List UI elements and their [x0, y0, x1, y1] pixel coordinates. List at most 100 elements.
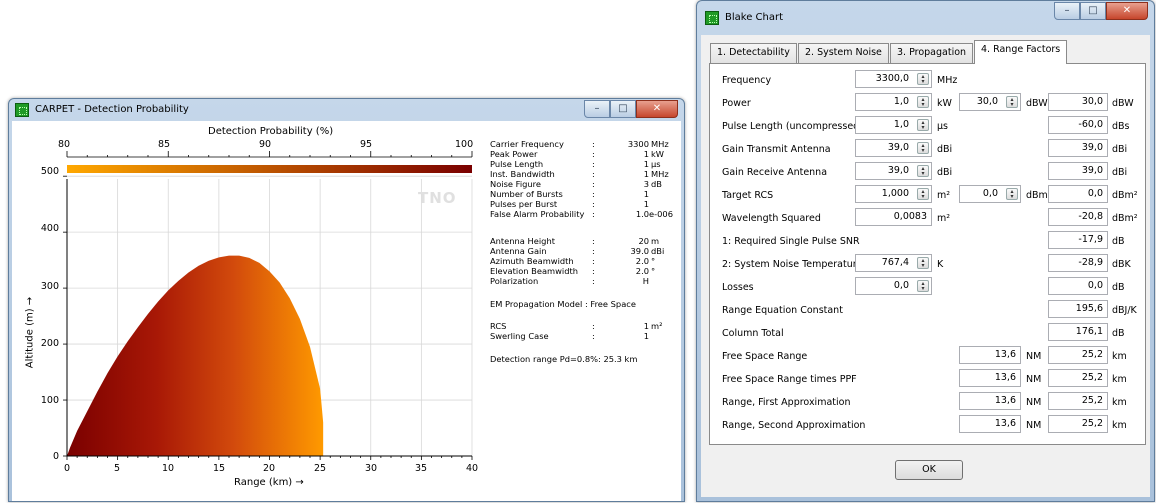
carpet-titlebar[interactable]: CARPET - Detection Probability – □ ✕ [9, 99, 684, 121]
spin-arrows-icon[interactable]: ▴ ▾ [917, 142, 929, 154]
range-second-km-unit: km [1112, 420, 1127, 431]
tab-propagation[interactable]: 3. Propagation [890, 43, 974, 63]
tab-system-noise[interactable]: 2. System Noise [798, 43, 889, 63]
spin-arrows-icon[interactable]: ▴ ▾ [917, 96, 929, 108]
fs-range-km-output: 25,2 [1048, 346, 1108, 364]
info-number-of-bursts: Number of Bursts:1 [490, 189, 649, 199]
losses-input[interactable]: 0,0 ▴ ▾ [855, 277, 932, 295]
close-icon[interactable]: ✕ [1106, 2, 1148, 20]
snr-output-unit: dB [1112, 236, 1125, 247]
x-tick: 10 [162, 463, 175, 474]
gain-tx-unit: dBi [937, 144, 953, 155]
frequency-input[interactable]: 3300,0 ▴ ▾ [855, 70, 932, 88]
carpet-window-title: CARPET - Detection Probability [35, 104, 189, 115]
info-pulse-length: Pulse Length:1 µs [490, 159, 661, 169]
y-tick: 200 [40, 338, 59, 349]
info-false-alarm: False Alarm Probability:1.0e-006 [490, 209, 673, 219]
maximize-icon[interactable]: □ [610, 100, 636, 118]
info-pulses-per-burst: Pulses per Burst:1 [490, 199, 649, 209]
info-peak-power: Peak Power:1 kW [490, 149, 665, 159]
power-dbw-input[interactable]: 30,0 ▴ ▾ [959, 93, 1021, 111]
carpet-window: CARPET - Detection Probability – □ ✕ Det… [8, 98, 685, 502]
losses-label: Losses [722, 282, 754, 293]
target-rcs-output-unit: dBm² [1112, 190, 1138, 201]
info-inst-bandwidth: Inst. Bandwidth:1 MHz [490, 169, 669, 179]
gain-tx-output-unit: dBi [1112, 144, 1128, 155]
fs-range-ppf-nm-output: 13,6 [959, 369, 1021, 387]
power-kw-input[interactable]: 1,0 ▴ ▾ [855, 93, 932, 111]
range-const-output-unit: dBJ/K [1112, 305, 1137, 316]
x-tick: 35 [415, 463, 428, 474]
spin-arrows-icon[interactable]: ▴ ▾ [917, 165, 929, 177]
tab-detectability[interactable]: 1. Detectability [710, 43, 797, 63]
target-rcs-input[interactable]: 1,000 ▴ ▾ [855, 185, 932, 203]
gain-rx-input[interactable]: 39,0 ▴ ▾ [855, 162, 932, 180]
frequency-label: Frequency [722, 75, 772, 86]
blake-window-title: Blake Chart [725, 12, 784, 23]
frequency-unit: MHz [937, 75, 958, 86]
info-carrier-frequency: Carrier Frequency:3300 MHz [490, 139, 669, 149]
range-second-nm-unit: NM [1026, 420, 1042, 431]
losses-output: 0,0 [1048, 277, 1108, 295]
spin-arrows-icon[interactable]: ▴ ▾ [917, 73, 929, 85]
range-second-nm-output: 13,6 [959, 415, 1021, 433]
close-icon[interactable]: ✕ [636, 100, 678, 118]
gain-tx-label: Gain Transmit Antenna [722, 144, 831, 155]
pulse-length-output-unit: dBs [1112, 121, 1130, 132]
tab-range-factors[interactable]: 4. Range Factors [974, 40, 1068, 64]
info-antenna-height: Antenna Height:20 m [490, 236, 660, 246]
gain-tx-input[interactable]: 39,0 ▴ ▾ [855, 139, 932, 157]
pulse-length-input[interactable]: 1,0 ▴ ▾ [855, 116, 932, 134]
gain-tx-output: 39,0 [1048, 139, 1108, 157]
spin-arrows-icon[interactable]: ▴ ▾ [917, 257, 929, 269]
power-kw-unit: kW [937, 98, 952, 109]
x-tick: 15 [213, 463, 226, 474]
range-const-label: Range Equation Constant [722, 305, 843, 316]
blake-app-icon [705, 11, 719, 25]
coverage-area [67, 255, 324, 456]
column-total-output: 176,1 [1048, 323, 1108, 341]
gain-rx-output: 39,0 [1048, 162, 1108, 180]
info-polarization: Polarization: H [490, 276, 649, 286]
gain-rx-output-unit: dBi [1112, 167, 1128, 178]
wavelength-label: Wavelength Squared [722, 213, 821, 224]
range-first-nm-output: 13,6 [959, 392, 1021, 410]
wavelength-output: -20,8 [1048, 208, 1108, 226]
carpet-app-icon [15, 103, 29, 117]
maximize-icon[interactable]: □ [1080, 2, 1106, 20]
ok-button[interactable]: OK [895, 460, 963, 480]
snr-label: 1: Required Single Pulse SNR [722, 236, 860, 247]
fs-range-label: Free Space Range [722, 351, 808, 362]
info-swerling: Swerling Case:1 [490, 331, 649, 341]
y-axis-label: Altitude (m) → [24, 296, 36, 369]
spin-arrows-icon[interactable]: ▴ ▾ [1006, 96, 1018, 108]
power-output-unit: dBW [1112, 98, 1134, 109]
blake-window: Blake Chart – □ ✕ 1. Detectability 2. Sy… [696, 0, 1155, 502]
spin-arrows-icon[interactable]: ▴ ▾ [917, 280, 929, 292]
wavelength-output-unit: dBm² [1112, 213, 1138, 224]
target-rcs-dbsm-input[interactable]: 0,0 ▴ ▾ [959, 185, 1021, 203]
blake-titlebar[interactable]: Blake Chart – □ ✕ [697, 1, 1154, 33]
range-first-km-unit: km [1112, 397, 1127, 408]
info-el-beamwidth: Elevation Beamwidth:2.0 ° [490, 266, 656, 276]
minimize-icon[interactable]: – [1054, 2, 1080, 20]
detection-probability-plot [63, 151, 473, 460]
spin-arrows-icon[interactable]: ▴ ▾ [1006, 188, 1018, 200]
spin-arrows-icon[interactable]: ▴ ▾ [917, 119, 929, 131]
y-tick: 300 [40, 281, 59, 292]
colorbar [67, 165, 472, 173]
noise-temp-input[interactable]: 767,4 ▴ ▾ [855, 254, 932, 272]
x-axis-label: Range (km) → [234, 477, 304, 488]
noise-temp-unit: K [937, 259, 944, 270]
x-tick: 30 [365, 463, 378, 474]
gain-rx-label: Gain Receive Antenna [722, 167, 828, 178]
spin-arrows-icon[interactable]: ▴ ▾ [917, 188, 929, 200]
info-rcs: RCS:1 m² [490, 321, 663, 331]
target-rcs-unit: m² [937, 190, 951, 201]
x-tick: 40 [466, 463, 479, 474]
noise-temp-label: 2: System Noise Temperature [722, 259, 863, 270]
column-total-label: Column Total [722, 328, 784, 339]
range-first-nm-unit: NM [1026, 397, 1042, 408]
minimize-icon[interactable]: – [584, 100, 610, 118]
wavelength-unit: m² [937, 213, 951, 224]
